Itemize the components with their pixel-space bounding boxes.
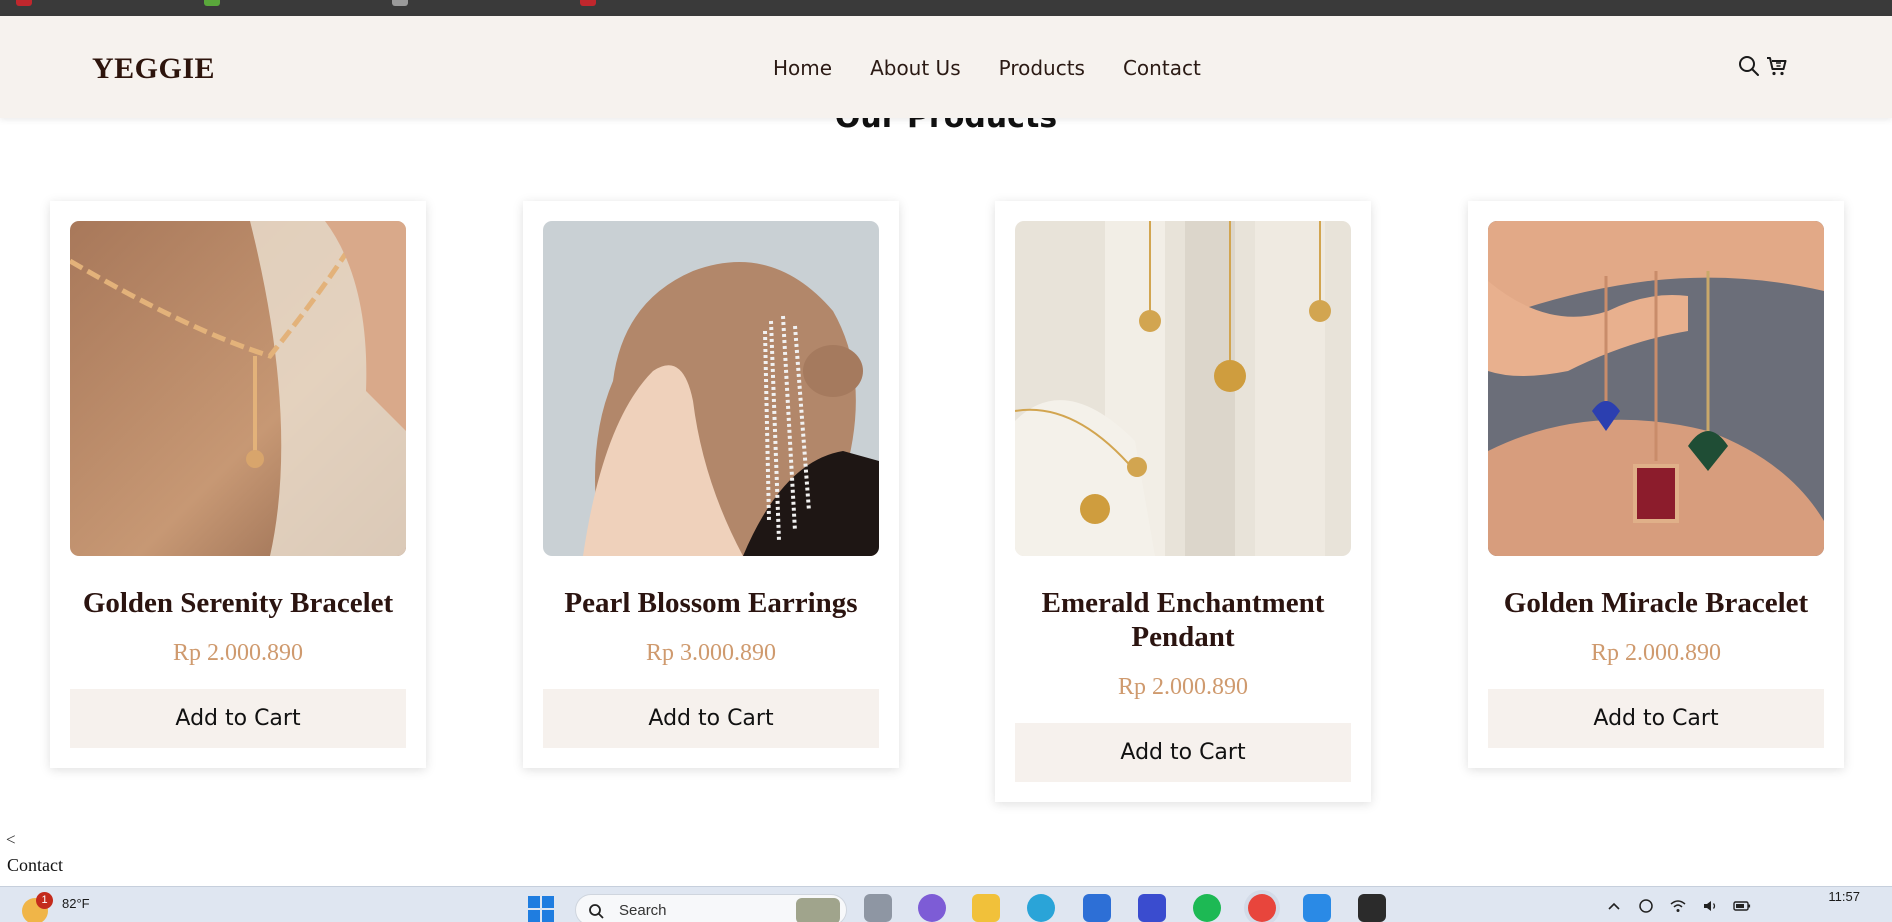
task-view-icon[interactable] xyxy=(864,894,892,922)
main-nav: Home About Us Products Contact xyxy=(773,56,1201,80)
nav-home[interactable]: Home xyxy=(773,56,832,80)
battery-icon[interactable] xyxy=(1733,897,1751,915)
product-price: Rp 2.000.890 xyxy=(1117,674,1248,700)
wifi-icon[interactable] xyxy=(1669,897,1687,915)
brand-logo[interactable]: YEGGIE xyxy=(92,52,215,86)
app-icon[interactable] xyxy=(1138,894,1166,922)
product-card: Emerald Enchantment Pendant Rp 2.000.890… xyxy=(995,201,1371,802)
product-name[interactable]: Pearl Blossom Earrings xyxy=(543,586,879,620)
network-status-icon[interactable] xyxy=(1637,897,1655,915)
chat-icon[interactable] xyxy=(918,894,946,922)
spotify-icon[interactable] xyxy=(1193,894,1221,922)
taskbar-search[interactable]: Search xyxy=(575,894,847,922)
browser-top-strip xyxy=(0,0,1892,16)
product-name[interactable]: Golden Serenity Bracelet xyxy=(70,586,406,620)
product-image[interactable] xyxy=(1488,221,1824,556)
windows-taskbar: 1 82°F Search 11:57 xyxy=(0,886,1892,922)
product-card: Pearl Blossom Earrings Rp 3.000.890 Add … xyxy=(523,201,899,768)
product-image[interactable] xyxy=(1015,221,1351,556)
file-explorer-icon[interactable] xyxy=(972,894,1000,922)
add-to-cart-button[interactable]: Add to Cart xyxy=(543,689,879,748)
vscode-icon[interactable] xyxy=(1303,894,1331,922)
search-icon[interactable] xyxy=(1737,54,1761,78)
product-card: Golden Miracle Bracelet Rp 2.000.890 Add… xyxy=(1468,201,1844,768)
tab-icon xyxy=(580,0,596,6)
search-icon xyxy=(588,903,604,922)
site-header: YEGGIE Home About Us Products Contact xyxy=(0,16,1892,118)
edge-icon[interactable] xyxy=(1027,894,1055,922)
start-icon[interactable] xyxy=(527,895,555,922)
contact-text: Contact xyxy=(7,855,63,875)
prev-arrow[interactable]: < xyxy=(6,830,16,850)
product-name[interactable]: Golden Miracle Bracelet xyxy=(1488,586,1824,620)
tab-icon xyxy=(392,0,408,6)
product-price: Rp 2.000.890 xyxy=(172,640,303,666)
header-actions xyxy=(1737,54,1789,78)
search-placeholder: Search xyxy=(619,902,667,919)
product-price: Rp 2.000.890 xyxy=(1590,640,1721,666)
nav-products[interactable]: Products xyxy=(999,56,1085,80)
system-tray xyxy=(1605,897,1751,915)
weather-temp: 82°F xyxy=(62,896,90,911)
nav-about-us[interactable]: About Us xyxy=(870,56,961,80)
product-price: Rp 3.000.890 xyxy=(645,640,776,666)
chevron-up-icon[interactable] xyxy=(1605,897,1623,915)
notification-badge: 1 xyxy=(36,892,53,909)
figma-icon[interactable] xyxy=(1358,894,1386,922)
nav-contact[interactable]: Contact xyxy=(1123,56,1201,80)
clock[interactable]: 11:57 xyxy=(1790,889,1860,904)
cart-icon[interactable] xyxy=(1765,54,1789,78)
tab-icon xyxy=(16,0,32,6)
product-name[interactable]: Emerald Enchantment Pendant xyxy=(1015,586,1351,654)
volume-icon[interactable] xyxy=(1701,897,1719,915)
search-highlight-image xyxy=(796,898,840,922)
tab-icon xyxy=(204,0,220,6)
add-to-cart-button[interactable]: Add to Cart xyxy=(1015,723,1351,782)
add-to-cart-button[interactable]: Add to Cart xyxy=(70,689,406,748)
product-image[interactable] xyxy=(70,221,406,556)
add-to-cart-button[interactable]: Add to Cart xyxy=(1488,689,1824,748)
product-image[interactable] xyxy=(543,221,879,556)
clock-time: 11:57 xyxy=(1828,889,1860,904)
chrome-icon[interactable] xyxy=(1248,894,1276,922)
product-card: Golden Serenity Bracelet Rp 2.000.890 Ad… xyxy=(50,201,426,768)
store-icon[interactable] xyxy=(1083,894,1111,922)
